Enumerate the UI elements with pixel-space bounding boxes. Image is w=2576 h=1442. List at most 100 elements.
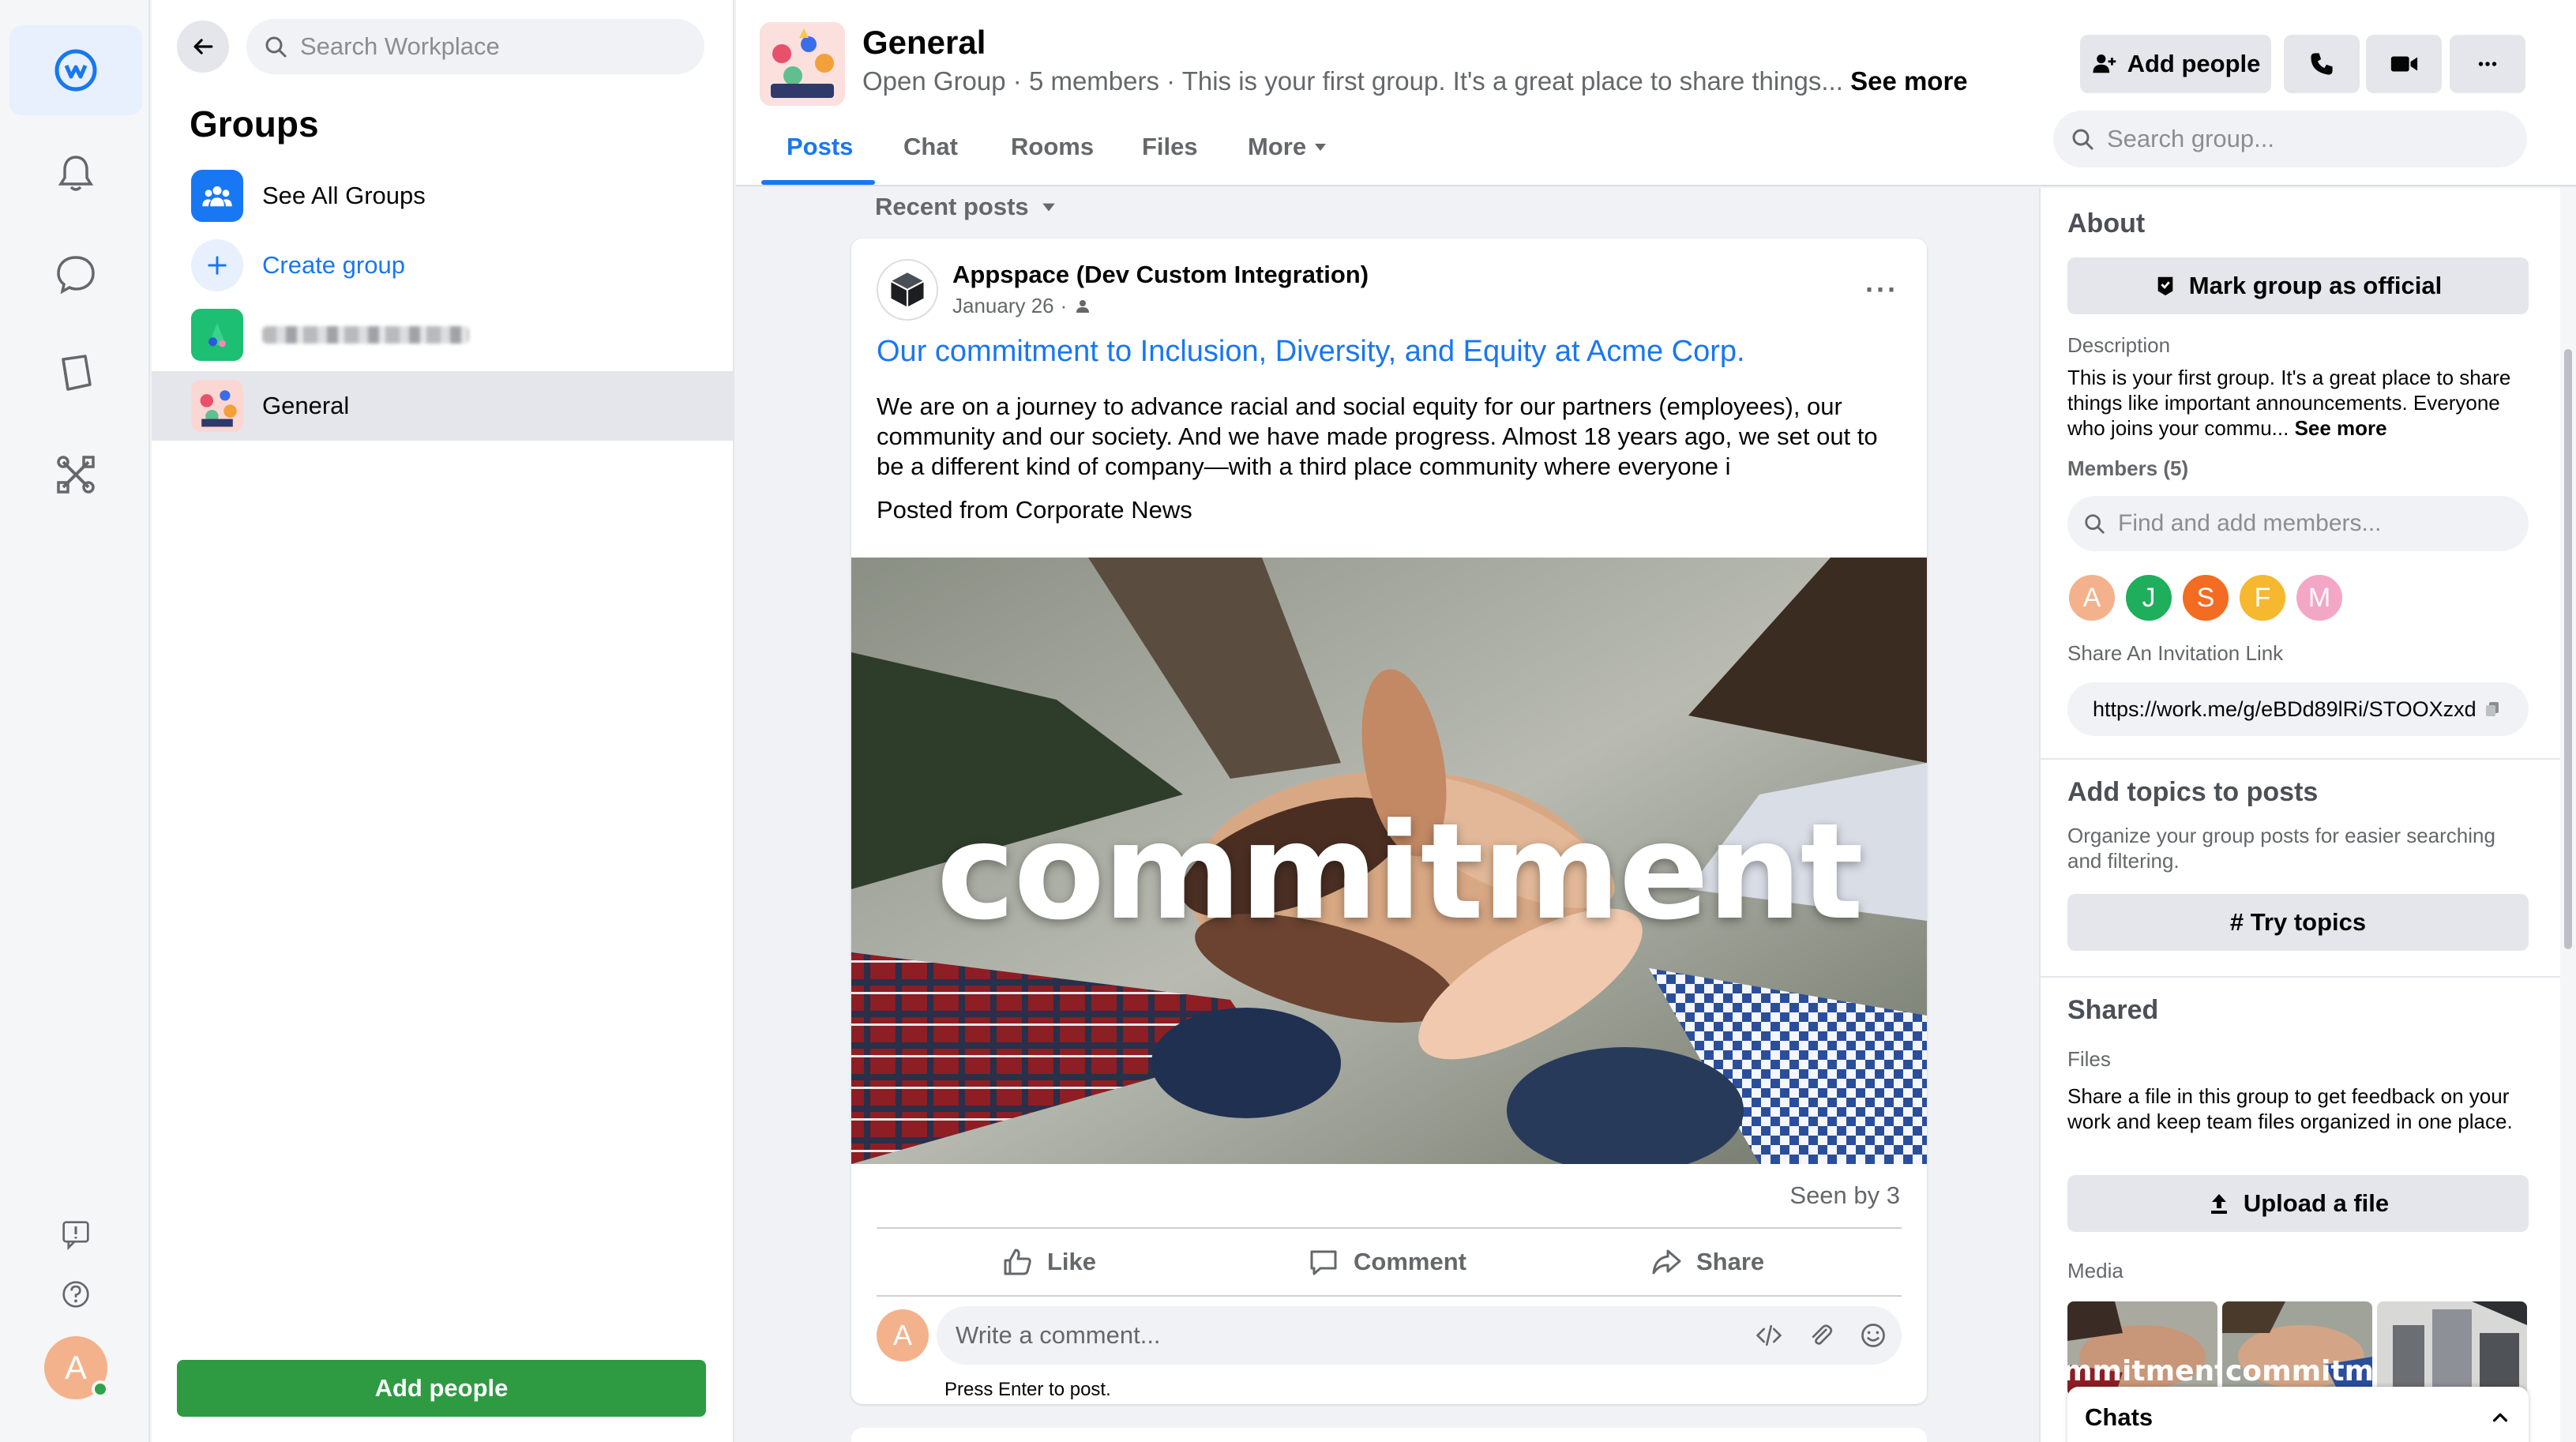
chat-bubble-icon[interactable] xyxy=(9,229,142,319)
group-item-general[interactable]: General xyxy=(152,371,733,441)
members-label[interactable]: Members (5) xyxy=(2067,456,2188,481)
post-image[interactable]: commitment xyxy=(851,558,1927,1164)
paperclip-icon[interactable] xyxy=(1807,1321,1835,1350)
divider xyxy=(877,1295,1902,1297)
member-avatar[interactable]: J xyxy=(2124,573,2173,622)
seen-by-count[interactable]: Seen by 3 xyxy=(1789,1181,1900,1210)
tab-chat[interactable]: Chat xyxy=(903,133,958,161)
media-label: Media xyxy=(2067,1259,2124,1282)
invite-link-field[interactable]: https://work.me/g/eBDd89lRi/STOOXzxd xyxy=(2067,682,2529,736)
svg-text:mmitment: mmitment xyxy=(2067,1355,2217,1388)
scrollbar-thumb[interactable] xyxy=(2564,349,2572,949)
comment-button[interactable]: Comment xyxy=(1308,1230,1466,1294)
page-scrollbar[interactable] xyxy=(2560,188,2576,1442)
section-divider xyxy=(2041,976,2560,978)
see-more-link[interactable]: See more xyxy=(1850,66,1968,96)
search-icon xyxy=(2072,129,2093,150)
post-author[interactable]: Appspace (Dev Custom Integration) xyxy=(952,261,1369,289)
add-people-button[interactable]: Add people xyxy=(177,1360,706,1417)
files-label: Files xyxy=(2067,1047,2111,1071)
user-avatar[interactable]: A xyxy=(44,1336,109,1399)
active-tab-indicator xyxy=(761,180,875,185)
recent-posts-label: Recent posts xyxy=(875,193,1029,220)
group-thumbnail xyxy=(191,309,243,361)
tab-posts[interactable]: Posts xyxy=(787,133,853,161)
plus-icon xyxy=(191,239,243,291)
media-thumbnail[interactable]: mmitment xyxy=(2067,1301,2217,1396)
group-feed: Recent posts Appspace (Dev Custom Integr… xyxy=(736,188,2037,1442)
back-button[interactable] xyxy=(177,21,229,73)
online-status-dot xyxy=(92,1380,109,1398)
post-title-link[interactable]: Our commitment to Inclusion, Diversity, … xyxy=(877,335,1745,369)
groups-title: Groups xyxy=(190,103,319,145)
group-item-hidden[interactable] xyxy=(152,300,733,370)
chats-label: Chats xyxy=(2085,1403,2154,1431)
member-avatar[interactable]: S xyxy=(2181,573,2230,622)
post-date[interactable]: January 26 xyxy=(952,294,1054,318)
description-see-more-link[interactable]: See more xyxy=(2295,416,2387,440)
ellipsis-icon xyxy=(2478,62,2497,66)
find-members-input[interactable]: Find and add members... xyxy=(2067,496,2529,551)
post-body: We are on a journey to advance racial an… xyxy=(877,392,1878,480)
about-heading: About xyxy=(2067,208,2146,238)
member-avatar[interactable]: A xyxy=(2067,573,2116,622)
see-all-groups-label: See All Groups xyxy=(262,182,426,209)
create-group-label: Create group xyxy=(262,251,405,279)
help-icon[interactable] xyxy=(9,1251,142,1338)
group-meta: Open Group · 5 members · This is your fi… xyxy=(862,66,1968,96)
commenter-avatar: A xyxy=(877,1309,929,1361)
post-source: Posted from Corporate News xyxy=(877,496,1192,524)
share-arrow-icon xyxy=(1652,1249,1681,1275)
member-avatar[interactable]: F xyxy=(2238,573,2287,622)
like-button[interactable]: Like xyxy=(1001,1230,1096,1294)
group-header: General Open Group · 5 members · This is… xyxy=(736,0,2576,186)
share-button[interactable]: Share xyxy=(1650,1230,1764,1294)
create-group-link[interactable]: Create group xyxy=(152,231,733,300)
workplace-search-placeholder: Search Workplace xyxy=(300,32,500,60)
comment-label: Comment xyxy=(1354,1248,1466,1275)
about-panel: About Mark group as official Description… xyxy=(2039,188,2560,1442)
chevron-up-icon[interactable] xyxy=(2489,1406,2511,1429)
group-search-input[interactable]: Search group... xyxy=(2053,111,2527,167)
more-options-button[interactable] xyxy=(2450,35,2525,93)
media-thumbnail[interactable]: commitme xyxy=(2222,1301,2372,1396)
separator-dot: · xyxy=(1060,294,1068,317)
media-thumbnail[interactable] xyxy=(2377,1301,2527,1396)
svg-text:commitme: commitme xyxy=(2225,1355,2372,1388)
upload-file-button[interactable]: Upload a file xyxy=(2067,1175,2529,1232)
recent-posts-sort[interactable]: Recent posts xyxy=(875,193,1057,221)
try-topics-button[interactable]: # Try topics xyxy=(2067,894,2529,951)
tab-rooms[interactable]: Rooms xyxy=(1011,133,1094,161)
workplace-logo-icon[interactable] xyxy=(9,25,142,115)
comment-placeholder: Write a comment... xyxy=(956,1321,1161,1349)
tab-files[interactable]: Files xyxy=(1142,133,1198,161)
invite-link: https://work.me/g/eBDd89lRi/STOOXzxd xyxy=(2093,697,2476,721)
tab-more[interactable]: More xyxy=(1248,133,1328,161)
mark-official-label: Mark group as official xyxy=(2188,272,2443,299)
tools-icon[interactable] xyxy=(9,430,142,520)
files-description: Share a file in this group to get feedba… xyxy=(2067,1084,2513,1133)
header-add-people-label: Add people xyxy=(2127,50,2261,77)
post-options-button[interactable]: ··· xyxy=(1865,273,1898,306)
header-add-people-button[interactable]: Add people xyxy=(2080,35,2271,93)
badge-icon xyxy=(2157,276,2173,296)
group-audience-icon xyxy=(1076,299,1090,313)
comment-input[interactable]: Write a comment... xyxy=(937,1306,1902,1365)
code-icon[interactable] xyxy=(1755,1321,1783,1350)
bell-icon[interactable] xyxy=(9,128,142,218)
mark-official-button[interactable]: Mark group as official xyxy=(2067,257,2529,314)
find-members-placeholder: Find and add members... xyxy=(2118,510,2382,536)
emoji-icon[interactable] xyxy=(1859,1321,1887,1350)
chats-dock[interactable]: Chats xyxy=(2067,1387,2529,1442)
see-all-groups-link[interactable]: See All Groups xyxy=(152,161,733,231)
upload-file-label: Upload a file xyxy=(2243,1189,2390,1217)
copy-icon[interactable] xyxy=(2483,700,2502,719)
book-icon[interactable] xyxy=(9,329,142,419)
video-call-button[interactable] xyxy=(2366,35,2442,93)
audio-call-button[interactable] xyxy=(2284,35,2360,93)
member-avatar[interactable]: M xyxy=(2295,573,2344,622)
workplace-search-input[interactable]: Search Workplace xyxy=(246,19,704,74)
groups-panel: Search Workplace Groups See All Groups C… xyxy=(152,0,734,1442)
appspace-cube-icon[interactable] xyxy=(877,259,938,321)
group-thumbnail xyxy=(191,380,243,432)
